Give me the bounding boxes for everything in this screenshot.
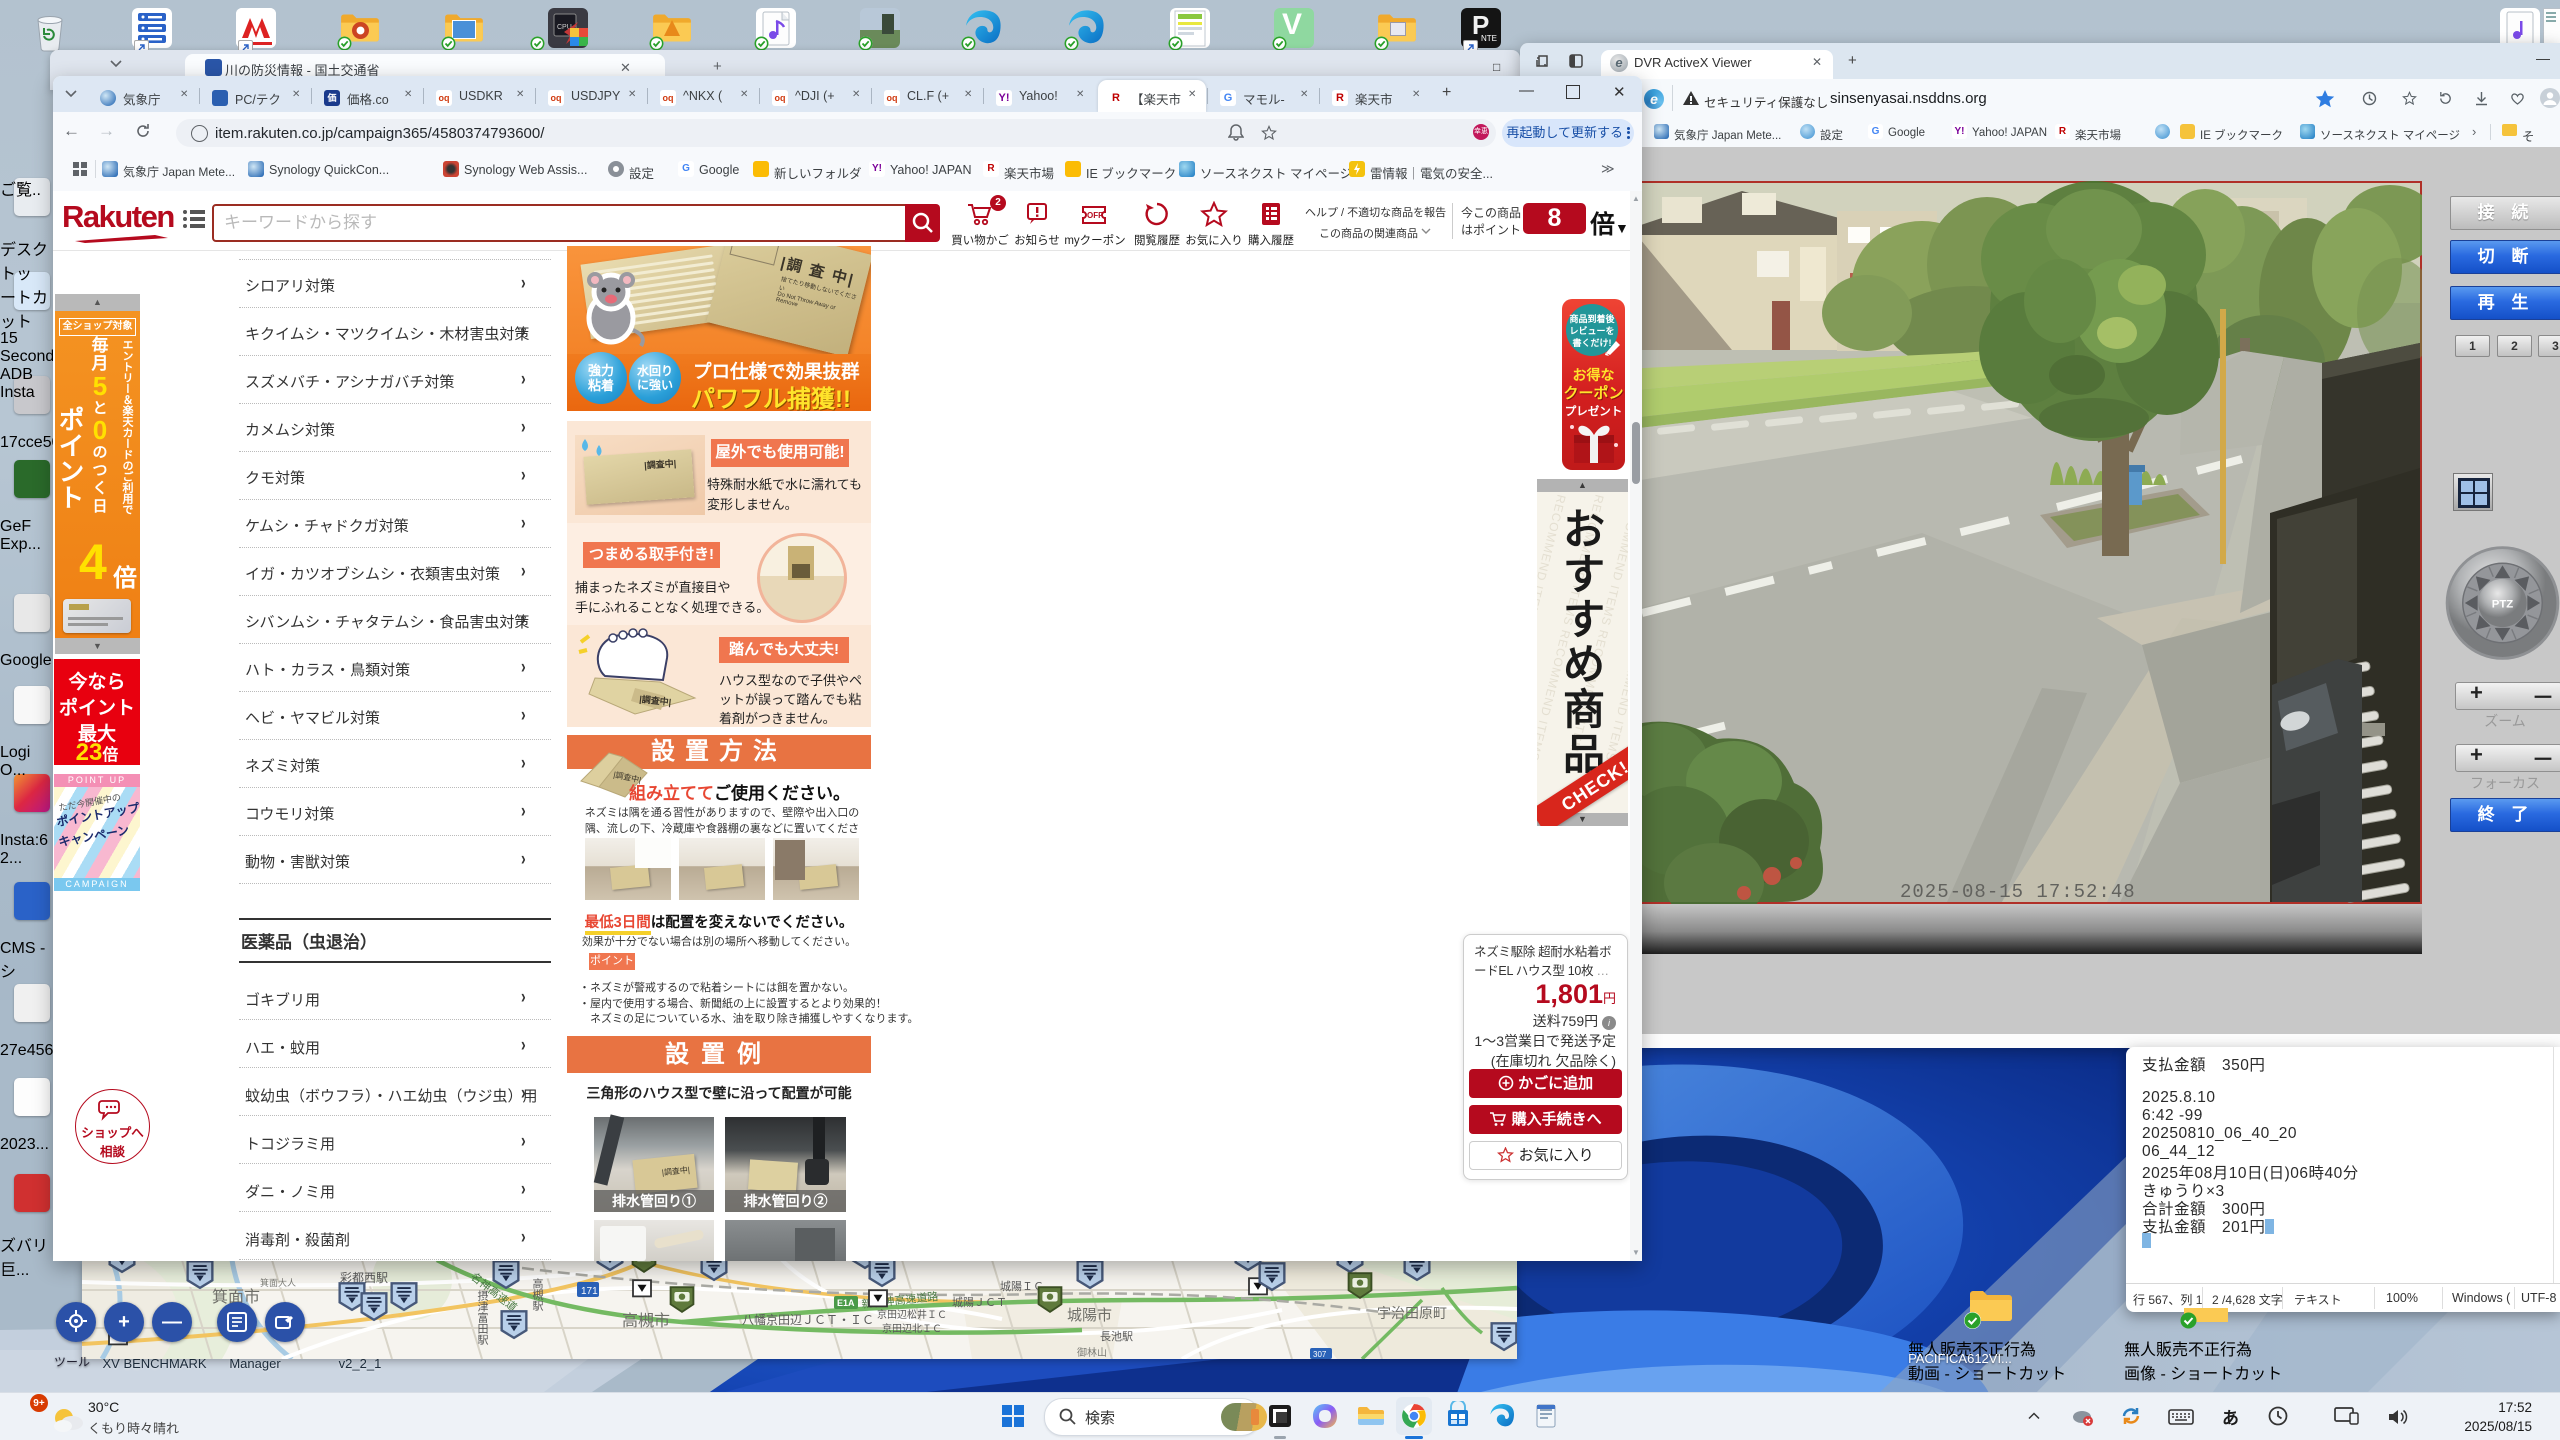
svg-text:307: 307 <box>1313 1350 1327 1359</box>
svg-text:OFF: OFF <box>1087 211 1103 220</box>
svg-text:御林山: 御林山 <box>1077 1346 1107 1359</box>
svg-text:八幡京田辺ＪＣＴ・ＩＣ: 八幡京田辺ＪＣＴ・ＩＣ <box>742 1312 874 1327</box>
svg-text:摂津富田駅: 摂津富田駅 <box>476 1289 489 1346</box>
svg-text:高槻市: 高槻市 <box>622 1312 670 1330</box>
svg-text:E1A: E1A <box>837 1298 855 1308</box>
svg-text:箕面大人: 箕面大人 <box>260 1277 296 1288</box>
svg-text:長池駅: 長池駅 <box>1100 1330 1133 1343</box>
svg-text:城陽市: 城陽市 <box>1067 1307 1112 1324</box>
svg-text:城陽ＩＣ: 城陽ＩＣ <box>1000 1280 1044 1293</box>
svg-text:宇治田原町: 宇治田原町 <box>1377 1305 1447 1321</box>
svg-text:PTZ: PTZ <box>2492 598 2513 610</box>
svg-text:城陽ＪＣＴ: 城陽ＪＣＴ <box>952 1296 1007 1309</box>
svg-text:2025-08-15 17:52:48: 2025-08-15 17:52:48 <box>1900 881 2136 903</box>
svg-text:171: 171 <box>581 1286 598 1297</box>
svg-text:高槻駅: 高槻駅 <box>531 1277 544 1312</box>
svg-text:京田辺北ＩＣ: 京田辺北ＩＣ <box>882 1322 942 1335</box>
svg-text:京田辺松井ＩＣ: 京田辺松井ＩＣ <box>877 1308 947 1321</box>
